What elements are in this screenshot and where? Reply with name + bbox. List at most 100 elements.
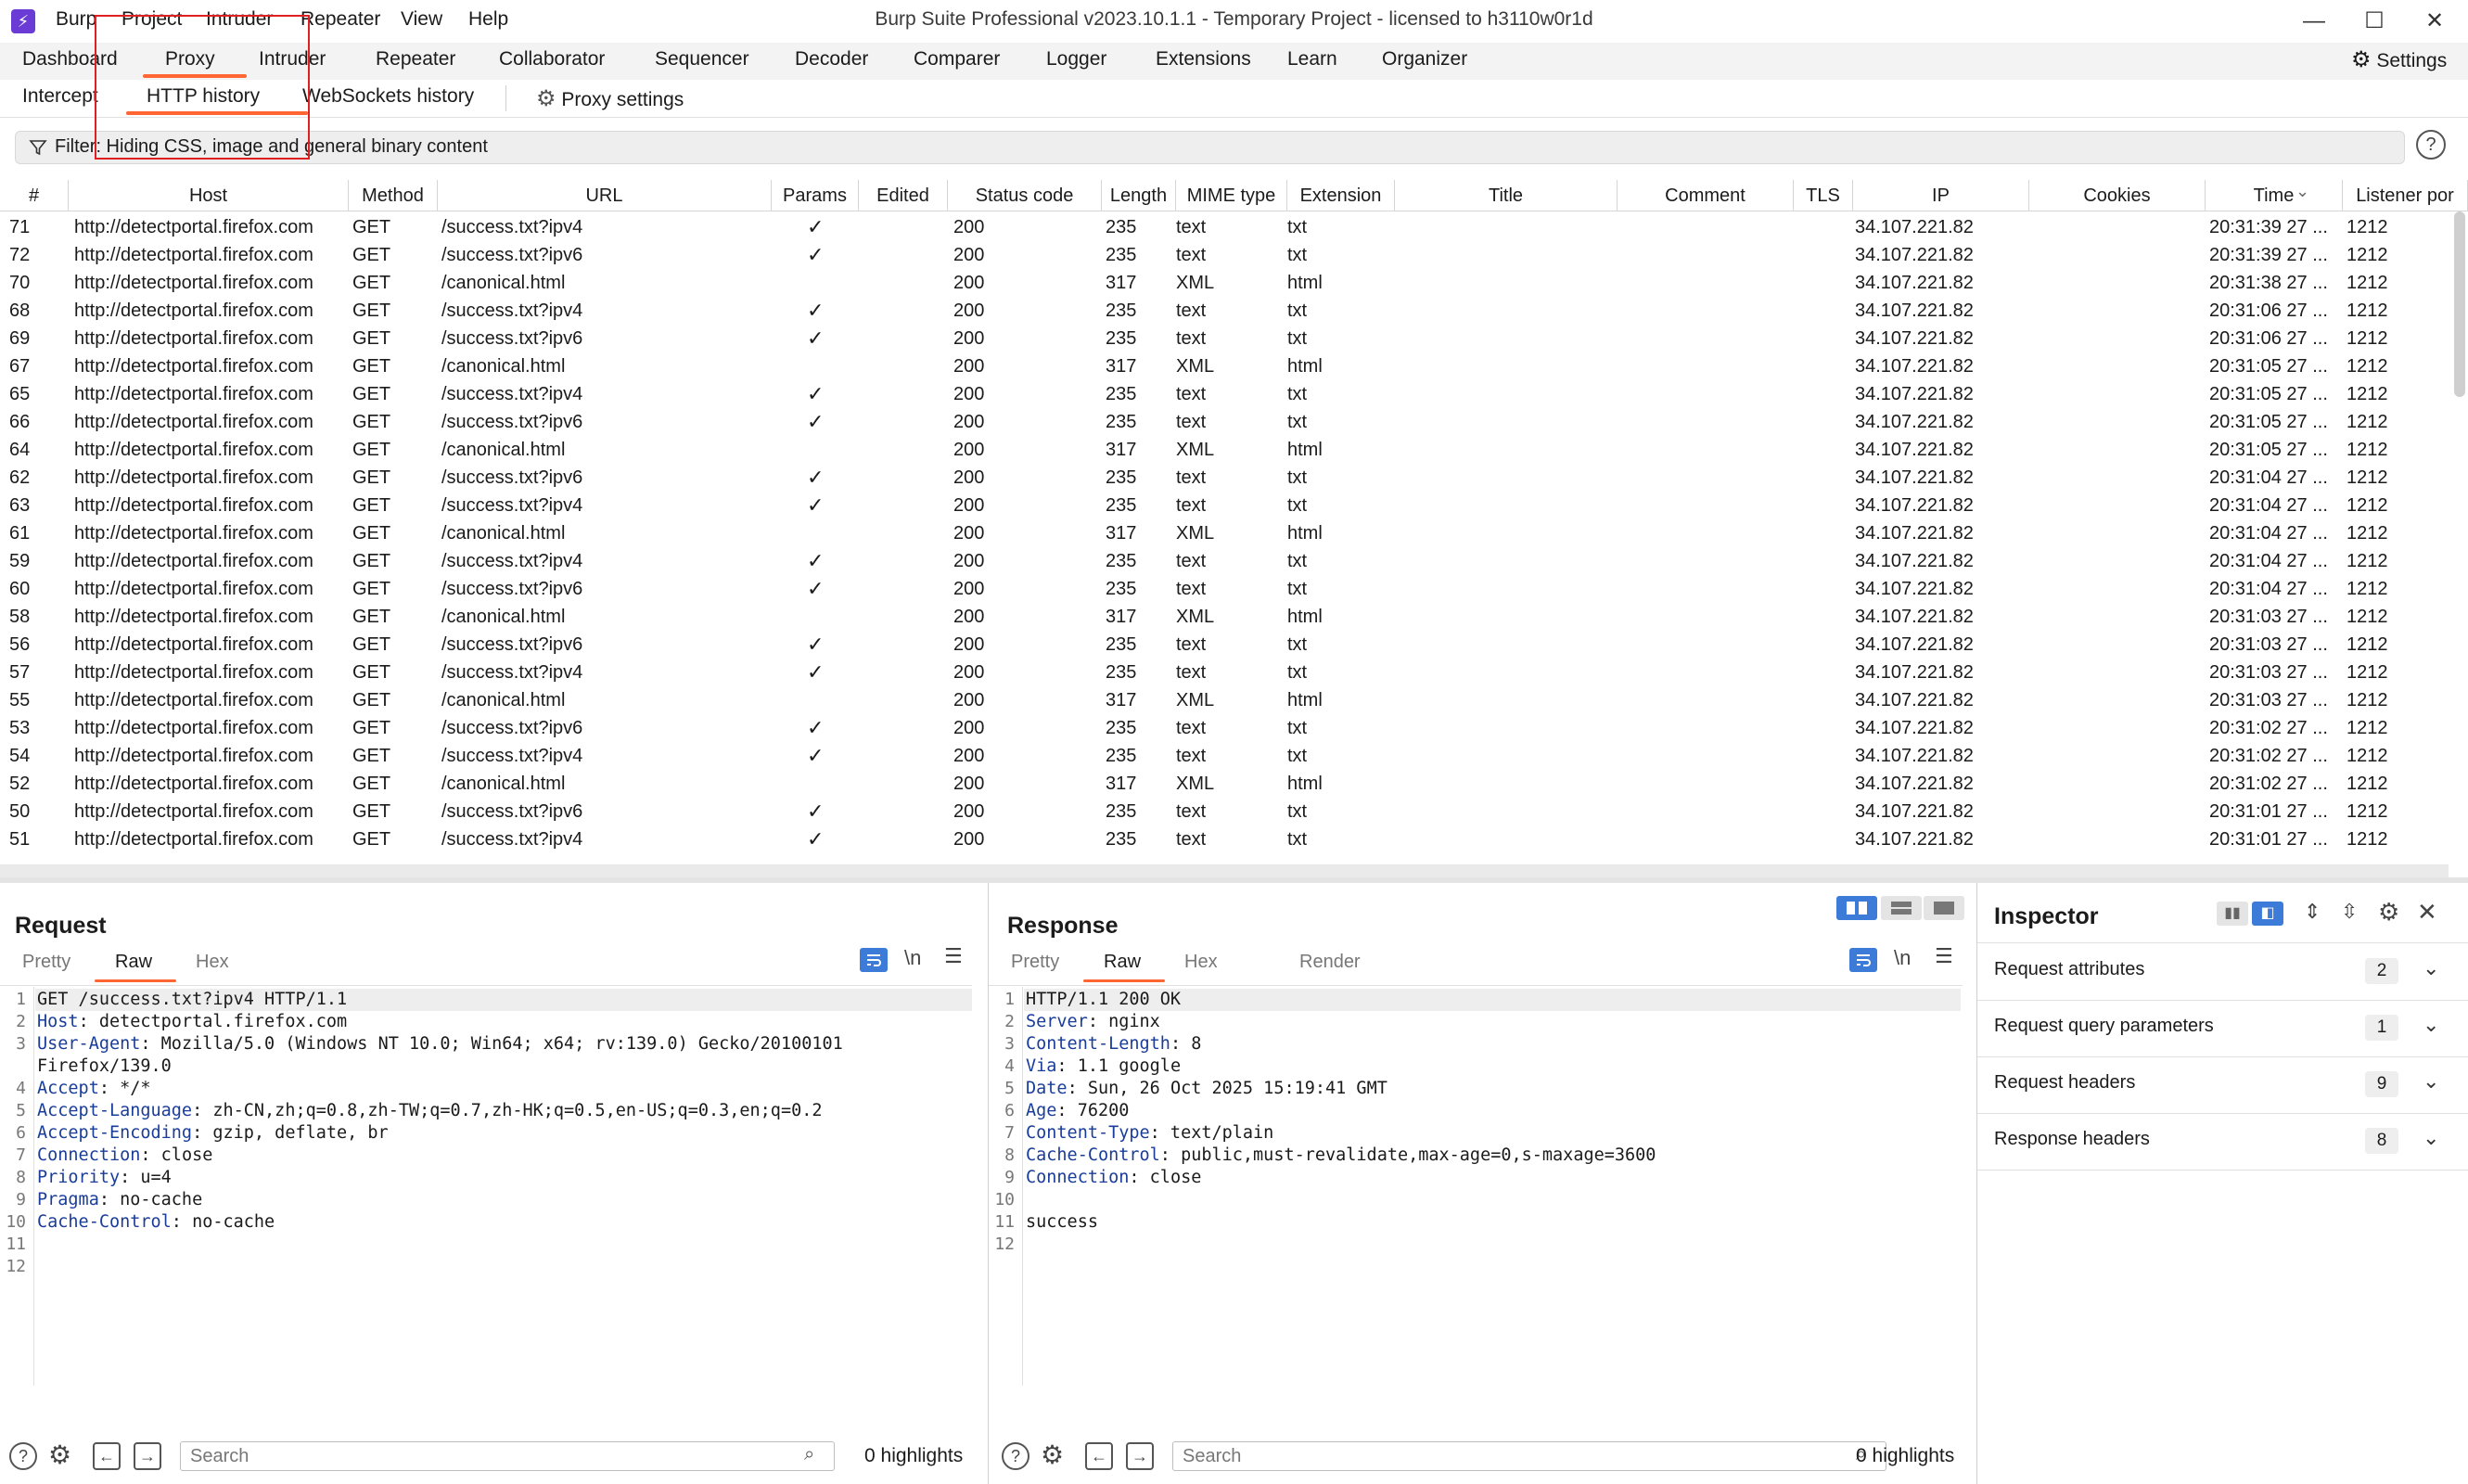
column-header-tls[interactable]: TLS [1794, 180, 1853, 211]
word-wrap-button[interactable] [860, 948, 888, 972]
table-row[interactable]: 70 http://detectportal.firefox.com GET/can… [0, 269, 2449, 297]
table-row[interactable]: 68 http://detectportal.firefox.com GET/suc… [0, 297, 2449, 325]
table-horizontal-scrollbar[interactable] [0, 864, 2449, 877]
table-row[interactable]: 51 http://detectportal.firefox.com GET/suc… [0, 825, 2449, 853]
request-tab-hex[interactable]: Hex [196, 952, 229, 973]
table-row[interactable]: 55 http://detectportal.firefox.com GET/can… [0, 686, 2449, 714]
word-wrap-button[interactable] [1849, 948, 1877, 972]
table-row[interactable]: 56 http://detectportal.firefox.com GET/suc… [0, 631, 2449, 659]
layout-stacked-button[interactable] [1881, 896, 1922, 920]
menu-project[interactable]: Project [121, 8, 182, 31]
table-row[interactable]: 60 http://detectportal.firefox.com GET/suc… [0, 575, 2449, 603]
help-icon[interactable]: ? [1002, 1442, 1029, 1470]
menu-icon[interactable]: ☰ [1935, 944, 1953, 968]
column-header-length[interactable]: Length [1102, 180, 1176, 211]
request-search-input[interactable]: Search ⌕ [180, 1441, 835, 1471]
tab-comparer[interactable]: Comparer [914, 48, 1000, 70]
table-row[interactable]: 62 http://detectportal.firefox.com GET/suc… [0, 464, 2449, 492]
column-header-mime-type[interactable]: MIME type [1176, 180, 1287, 211]
maximize-icon[interactable]: ☐ [2347, 4, 2402, 39]
table-row[interactable]: 67 http://detectportal.firefox.com GET/can… [0, 352, 2449, 380]
inspector-section-request-headers[interactable]: Request headers 9 ⌄ [1977, 1056, 2468, 1114]
tab-proxy[interactable]: Proxy [165, 48, 215, 70]
proxy-settings-button[interactable]: ⚙ Proxy settings [536, 85, 684, 112]
layout-side-by-side-button[interactable] [1836, 896, 1877, 920]
inspector-pin-icon[interactable]: ◧ [2252, 902, 2283, 926]
tab-learn[interactable]: Learn [1287, 48, 1337, 70]
help-icon[interactable]: ? [9, 1442, 37, 1470]
column-header-ip[interactable]: IP [1853, 180, 2029, 211]
inspector-section-request-attributes[interactable]: Request attributes 2 ⌄ [1977, 943, 2468, 1001]
table-row[interactable]: 58 http://detectportal.firefox.com GET/can… [0, 603, 2449, 631]
tab-collaborator[interactable]: Collaborator [499, 48, 605, 70]
menu-intruder[interactable]: Intruder [206, 8, 273, 31]
response-tab-raw[interactable]: Raw [1104, 952, 1141, 973]
tab-organizer[interactable]: Organizer [1382, 48, 1467, 70]
table-row[interactable]: 50 http://detectportal.firefox.com GET/suc… [0, 798, 2449, 825]
menu-repeater[interactable]: Repeater [301, 8, 380, 31]
help-icon[interactable]: ? [2416, 130, 2446, 160]
response-tab-pretty[interactable]: Pretty [1011, 952, 1059, 973]
tab-extensions[interactable]: Extensions [1156, 48, 1251, 70]
table-row[interactable]: 59 http://detectportal.firefox.com GET/suc… [0, 547, 2449, 575]
subtab-intercept[interactable]: Intercept [22, 85, 98, 108]
previous-arrow-icon[interactable]: ← [93, 1442, 121, 1470]
request-tab-pretty[interactable]: Pretty [22, 952, 70, 973]
menu-icon[interactable]: ☰ [944, 944, 963, 968]
newline-toggle-button[interactable]: \n [904, 946, 921, 970]
close-icon[interactable]: ✕ [2407, 4, 2462, 39]
table-row[interactable]: 63 http://detectportal.firefox.com GET/suc… [0, 492, 2449, 519]
tab-intruder[interactable]: Intruder [259, 48, 326, 70]
newline-toggle-button[interactable]: \n [1894, 946, 1911, 970]
menu-view[interactable]: View [401, 8, 442, 31]
column-header-extension[interactable]: Extension [1287, 180, 1395, 211]
menu-burp[interactable]: Burp [56, 8, 96, 31]
gear-icon[interactable]: ⚙ [1041, 1439, 1064, 1470]
column-header-status-code[interactable]: Status code [948, 180, 1102, 211]
subtab-websockets-history[interactable]: WebSockets history [302, 85, 474, 108]
column-header-comment[interactable]: Comment [1618, 180, 1794, 211]
table-row[interactable]: 66 http://detectportal.firefox.com GET/suc… [0, 408, 2449, 436]
table-row[interactable]: 71 http://detectportal.firefox.com GET/suc… [0, 213, 2449, 241]
subtab-http-history[interactable]: HTTP history [147, 85, 260, 108]
response-tab-hex[interactable]: Hex [1184, 952, 1218, 973]
next-arrow-icon[interactable]: → [1126, 1442, 1154, 1470]
gear-icon[interactable]: ⚙ [2378, 898, 2399, 927]
tab-decoder[interactable]: Decoder [795, 48, 868, 70]
table-row[interactable]: 54 http://detectportal.firefox.com GET/suc… [0, 742, 2449, 770]
column-header-params[interactable]: Params [772, 180, 859, 211]
table-row[interactable]: 69 http://detectportal.firefox.com GET/suc… [0, 325, 2449, 352]
chevron-down-icon[interactable]: ⌄ [2423, 1126, 2439, 1150]
column-header-[interactable]: # [0, 180, 69, 211]
table-row[interactable]: 72 http://detectportal.firefox.com GET/suc… [0, 241, 2449, 269]
column-header-cookies[interactable]: Cookies [2029, 180, 2206, 211]
settings-button[interactable]: ⚙ Settings [2351, 46, 2447, 73]
collapse-all-icon[interactable]: ⇳ [2341, 900, 2358, 924]
table-row[interactable]: 52 http://detectportal.firefox.com GET/can… [0, 770, 2449, 798]
column-header-url[interactable]: URL [438, 180, 772, 211]
previous-arrow-icon[interactable]: ← [1085, 1442, 1113, 1470]
chevron-down-icon[interactable]: ⌄ [2423, 956, 2439, 980]
column-header-host[interactable]: Host [69, 180, 349, 211]
column-header-time[interactable]: Time [2206, 180, 2343, 211]
table-vertical-scrollbar[interactable] [2454, 211, 2465, 397]
column-header-listener-por[interactable]: Listener por [2343, 180, 2468, 211]
close-icon[interactable]: ✕ [2417, 898, 2437, 927]
column-header-method[interactable]: Method [349, 180, 438, 211]
expand-all-icon[interactable]: ⇕ [2304, 900, 2321, 924]
inspector-section-response-headers[interactable]: Response headers 8 ⌄ [1977, 1113, 2468, 1171]
filter-bar[interactable]: Filter: Hiding CSS, image and general bi… [15, 131, 2405, 164]
table-row[interactable]: 65 http://detectportal.firefox.com GET/suc… [0, 380, 2449, 408]
chevron-down-icon[interactable]: ⌄ [2423, 1013, 2439, 1037]
inspector-layout-icon[interactable]: ▮▮ [2217, 902, 2248, 926]
table-row[interactable]: 57 http://detectportal.firefox.com GET/suc… [0, 659, 2449, 686]
tab-sequencer[interactable]: Sequencer [655, 48, 749, 70]
table-row[interactable]: 64 http://detectportal.firefox.com GET/can… [0, 436, 2449, 464]
column-header-edited[interactable]: Edited [859, 180, 948, 211]
response-search-input[interactable]: Search ⌕ [1172, 1441, 1886, 1471]
tab-repeater[interactable]: Repeater [376, 48, 455, 70]
column-header-title[interactable]: Title [1395, 180, 1618, 211]
gear-icon[interactable]: ⚙ [48, 1439, 71, 1470]
response-tab-render[interactable]: Render [1299, 952, 1361, 973]
inspector-section-request-query-parameters[interactable]: Request query parameters 1 ⌄ [1977, 1000, 2468, 1057]
